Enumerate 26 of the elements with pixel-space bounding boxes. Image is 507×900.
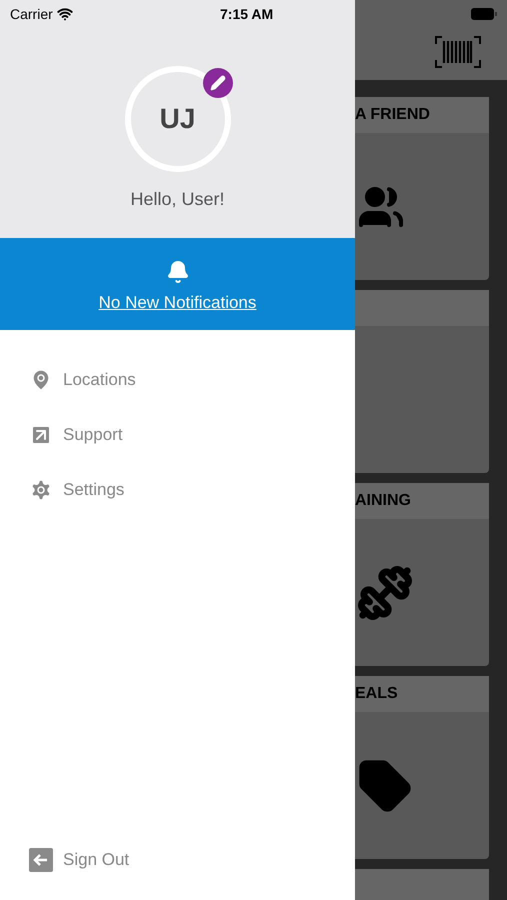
edit-avatar-button[interactable] — [202, 68, 232, 98]
greeting-text: Hello, User! — [130, 188, 225, 211]
sign-out-item[interactable]: Sign Out — [0, 848, 355, 872]
tile-title: AINING — [355, 491, 411, 511]
wifi-icon — [56, 6, 73, 22]
status-time: 7:15 AM — [220, 4, 274, 24]
menu-item[interactable]: Support — [29, 423, 355, 447]
dumbbell-icon — [357, 564, 413, 620]
tile-card[interactable]: A FRIEND — [355, 97, 489, 280]
avatar-initials: UJ — [160, 102, 196, 136]
bell-icon — [166, 260, 190, 284]
tile-title: A FRIEND — [355, 105, 430, 125]
sign-out-icon — [29, 848, 53, 872]
pencil-icon — [210, 75, 226, 91]
tile-card[interactable] — [355, 290, 489, 473]
avatar[interactable]: UJ — [124, 66, 230, 172]
tile-card[interactable]: EALS — [355, 676, 489, 859]
tag-icon — [357, 758, 413, 814]
menu-item[interactable]: Locations — [29, 368, 355, 392]
tile-card[interactable]: AINING — [355, 483, 489, 666]
tile-title: EALS — [355, 684, 398, 704]
battery-icon — [471, 8, 497, 20]
carrier-label: Carrier — [10, 4, 53, 24]
barcode-icon[interactable] — [435, 36, 481, 68]
menu-item[interactable]: Settings — [29, 478, 355, 502]
notifications-link[interactable]: No New Notifications — [98, 290, 256, 316]
